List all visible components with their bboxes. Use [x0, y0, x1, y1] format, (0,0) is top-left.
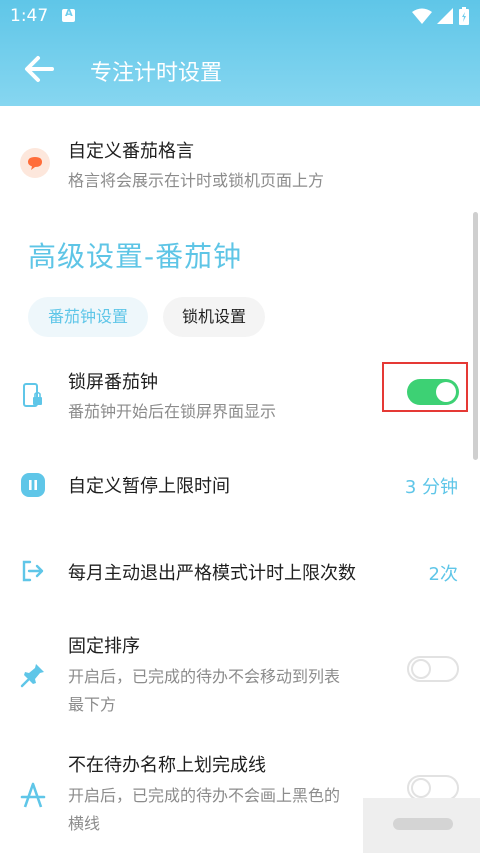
scrollbar[interactable]	[473, 212, 478, 460]
motto-setting-row[interactable]: 自定义番茄格言 格言将会展示在计时或锁机页面上方	[0, 130, 470, 200]
pause-limit-title: 自定义暂停上限时间	[68, 476, 230, 497]
exit-limit-value[interactable]: 2次	[429, 560, 458, 586]
battery-icon	[459, 7, 469, 25]
exit-limit-title: 每月主动退出严格模式计时上限次数	[68, 563, 356, 584]
exit-icon	[22, 560, 44, 582]
lock-screen-subtitle: 番茄钟开始后在锁屏界面显示	[68, 402, 277, 421]
watermark-overlay	[363, 798, 480, 853]
lock-screen-title: 锁屏番茄钟	[68, 372, 158, 393]
pause-limit-value[interactable]: 3 分钟	[405, 473, 458, 499]
motto-subtitle: 格言将会展示在计时或锁机页面上方	[68, 171, 325, 190]
wifi-icon	[412, 8, 432, 24]
fixed-order-toggle[interactable]	[407, 656, 459, 682]
tab-lock-settings[interactable]: 锁机设置	[163, 297, 265, 337]
no-strikethrough-title: 不在待办名称上划完成线	[68, 755, 266, 776]
app-bar: 1:47 专注计时设置	[0, 0, 480, 106]
motto-title: 自定义番茄格言	[68, 141, 194, 162]
fixed-order-title: 固定排序	[68, 636, 140, 657]
section-title: 高级设置-番茄钟	[28, 240, 243, 273]
exit-limit-row[interactable]: 每月主动退出严格模式计时上限次数 2次	[0, 555, 470, 591]
notification-a-icon	[62, 8, 75, 22]
fixed-order-row: 固定排序 开启后，已完成的待办不会移动到列表 最下方	[0, 632, 470, 722]
page-title: 专注计时设置	[90, 61, 223, 86]
strikethrough-icon	[20, 782, 46, 808]
toggle-knob	[411, 778, 431, 798]
status-bar: 1:47	[0, 0, 480, 32]
pause-icon	[21, 473, 45, 497]
phone-lock-icon	[23, 383, 42, 407]
back-arrow-icon[interactable]	[22, 52, 56, 86]
fixed-order-subtitle-1: 开启后，已完成的待办不会移动到列表	[68, 667, 341, 686]
speech-bubble-icon	[20, 148, 50, 178]
pause-limit-row[interactable]: 自定义暂停上限时间 3 分钟	[0, 468, 470, 504]
tab-pomodoro-settings[interactable]: 番茄钟设置	[28, 297, 148, 337]
no-strikethrough-subtitle-1: 开启后，已完成的待办不会画上黑色的	[68, 786, 341, 805]
highlight-box	[382, 362, 468, 412]
no-strikethrough-subtitle-2: 横线	[68, 814, 101, 833]
signal-icon	[437, 8, 453, 24]
pin-icon	[20, 664, 44, 688]
toggle-knob	[411, 659, 431, 679]
status-time: 1:47	[10, 6, 49, 26]
fixed-order-subtitle-2: 最下方	[68, 695, 117, 714]
